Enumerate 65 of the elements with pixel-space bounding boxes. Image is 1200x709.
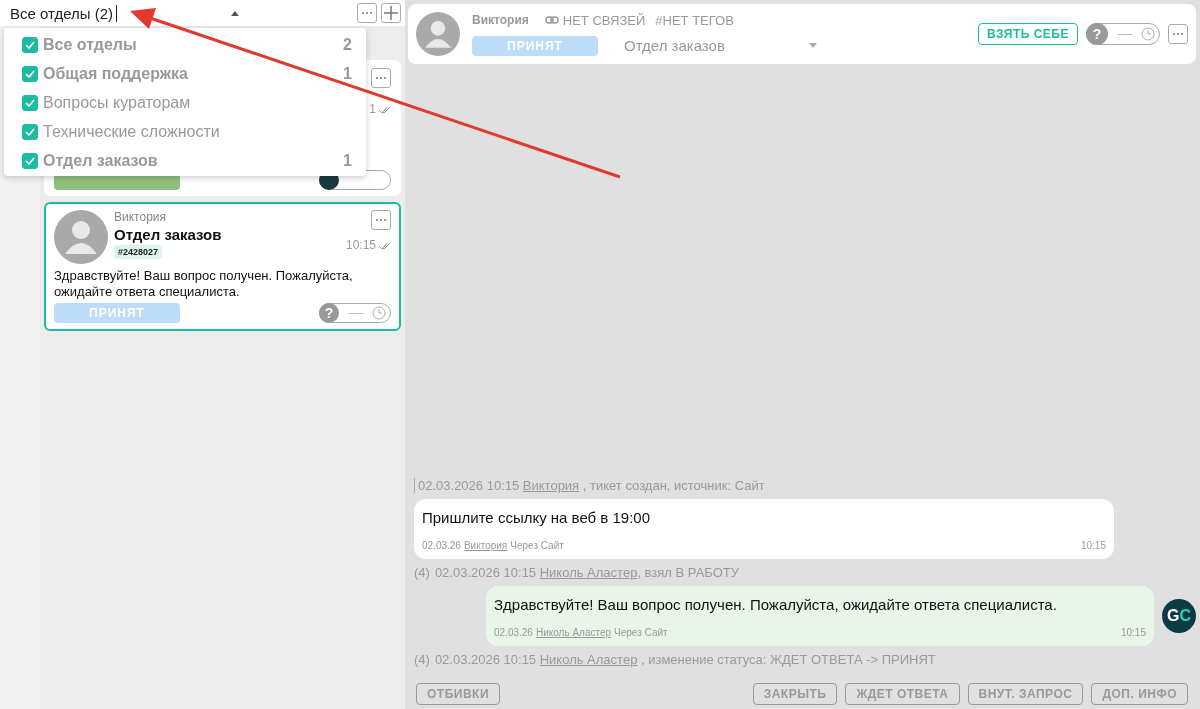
message-time: 10:15 xyxy=(1080,540,1106,551)
system-event: (4) 02.03.2026 10:15 Николь Аластер , изменение статуса: ЖДЕТ ОТВЕТА -> ПРИНЯТ xyxy=(414,652,937,667)
plus-icon xyxy=(384,6,398,20)
check-icon xyxy=(25,69,35,78)
ticket-card[interactable]: Виктория Отдел заказов #2428027 10:15 Здравствуйте! Ваш вопрос получен. Пожалуйста, ожидайте ответа специалиста. ПРИНЯТ ? xyxy=(44,202,401,332)
tags-label[interactable]: #НЕТ ТЕГОВ xyxy=(655,12,734,28)
more-button[interactable] xyxy=(371,210,391,230)
link-icon xyxy=(544,16,559,24)
checkbox[interactable] xyxy=(22,94,38,111)
department-option[interactable]: Все отделы 2 xyxy=(4,30,366,59)
more-button[interactable] xyxy=(371,68,391,88)
double-check-icon xyxy=(379,105,391,113)
checkbox[interactable] xyxy=(22,123,38,140)
caret-icon[interactable] xyxy=(231,10,240,16)
check-icon xyxy=(25,156,35,165)
department-option[interactable]: Технические сложности xyxy=(4,117,366,146)
client-name: Виктория xyxy=(472,13,529,27)
check-icon xyxy=(25,40,35,49)
message-date: 02.03.26 xyxy=(494,627,533,638)
check-icon xyxy=(25,127,35,136)
more-button[interactable] xyxy=(1168,24,1188,44)
add-button[interactable] xyxy=(381,3,401,23)
message-text: Пришлите ссылку на веб в 19:00 xyxy=(422,509,651,526)
ticket-preview: Здравствуйте! Ваш вопрос получен. Пожалуйста, ожидайте ответа специалиста. xyxy=(54,268,354,300)
avatar-icon xyxy=(416,12,460,56)
system-event: (4) 02.03.2026 10:15 Николь Аластер, взял В РАБОТУ xyxy=(414,565,740,580)
action-button[interactable]: ДОП. ИНФО xyxy=(1091,683,1188,705)
checkbox[interactable] xyxy=(22,152,38,169)
ticket-author: Виктория xyxy=(114,210,167,224)
message-source: Через Сайт xyxy=(614,627,668,638)
department-select[interactable]: Отдел заказов xyxy=(624,37,817,54)
ticket-time: 10:15 xyxy=(345,238,376,252)
clock-icon xyxy=(1141,27,1155,41)
department-option[interactable]: Отдел заказов 1 xyxy=(4,146,366,175)
status-button[interactable]: ПРИНЯТ xyxy=(472,35,598,56)
links-label[interactable]: НЕТ СВЯЗЕЙ xyxy=(562,12,646,28)
take-button[interactable]: ВЗЯТЬ СЕБЕ xyxy=(978,23,1078,45)
ticket-number-tag: #2428027 xyxy=(114,245,163,259)
checkbox[interactable] xyxy=(22,36,38,53)
template-button[interactable]: ОТБИВКИ xyxy=(416,683,501,705)
system-event: 02.03.2026 10:15 Виктория , тикет создан, источник: Сайт xyxy=(414,478,1192,493)
action-button[interactable]: ВНУТ. ЗАПРОС xyxy=(967,683,1084,705)
more-button[interactable] xyxy=(357,3,377,23)
message-date: 02.03.26 xyxy=(422,540,461,551)
clock-icon xyxy=(372,306,386,321)
message-source: Через Сайт xyxy=(510,540,564,551)
avatar-icon xyxy=(54,210,108,264)
department-option[interactable]: Общая поддержка 1 xyxy=(4,59,366,88)
action-button[interactable]: ЗАКРЫТЬ xyxy=(752,683,838,705)
user-link[interactable]: Виктория xyxy=(463,540,508,551)
message-time: 10:15 xyxy=(1120,627,1146,638)
status-button[interactable]: ПРИНЯТ xyxy=(54,303,180,324)
user-link[interactable]: Николь Аластер xyxy=(539,652,638,667)
double-check-icon xyxy=(379,241,391,249)
check-icon xyxy=(25,98,35,107)
caret-icon xyxy=(808,43,817,48)
department-option[interactable]: Вопросы кураторам xyxy=(4,88,366,117)
ticket-time: 1 xyxy=(369,102,376,116)
user-link[interactable]: Николь Аластер xyxy=(535,627,612,638)
message-text: Здравствуйте! Ваш вопрос получен. Пожалуйста, ожидайте ответа специалиста. xyxy=(494,596,1058,613)
agent-avatar: GC xyxy=(1162,599,1196,633)
checkbox[interactable] xyxy=(22,65,38,82)
action-button[interactable]: ЖДЕТ ОТВЕТА xyxy=(845,683,960,705)
ticket-department: Отдел заказов xyxy=(114,226,223,243)
user-link[interactable]: Виктория xyxy=(522,478,580,493)
